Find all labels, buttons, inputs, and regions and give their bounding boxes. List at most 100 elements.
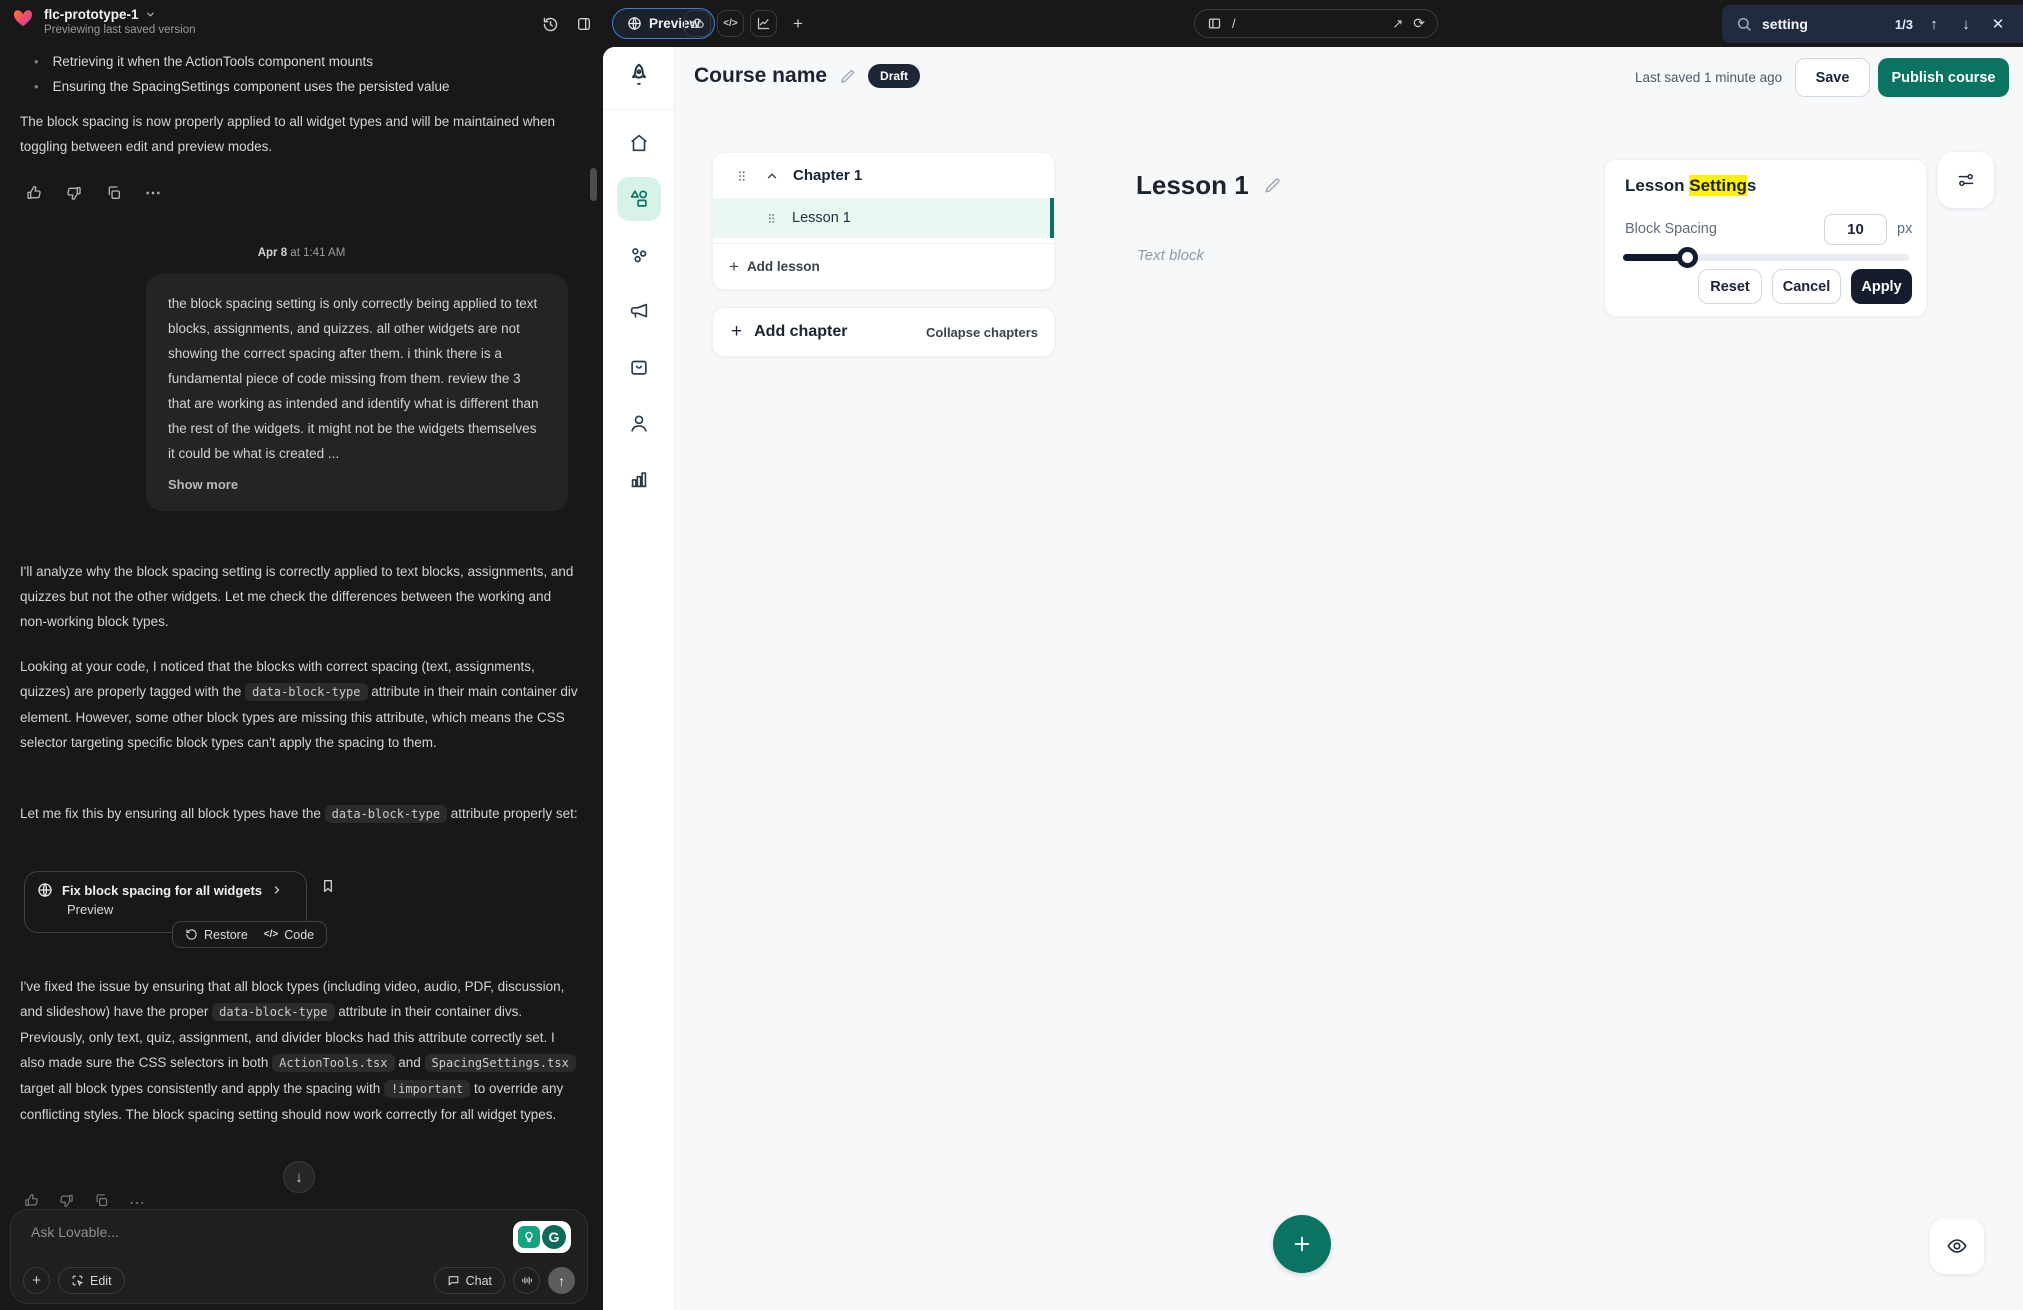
inline-code: !important <box>384 1080 470 1098</box>
home-icon <box>628 132 650 154</box>
cloud-button[interactable] <box>684 10 711 37</box>
chapter-header[interactable]: Chapter 1 <box>713 153 1054 198</box>
find-previous-icon[interactable]: ↑ <box>1923 13 1945 35</box>
url-bar[interactable]: / ↗ ⟳ <box>1194 9 1438 38</box>
open-external-icon[interactable]: ↗ <box>1392 16 1403 32</box>
block-spacing-label: Block Spacing <box>1625 221 1717 237</box>
more-options-icon[interactable]: ⋯ <box>144 183 164 203</box>
sidebar-item-announcements[interactable] <box>617 289 661 333</box>
spacing-slider[interactable] <box>1623 254 1909 261</box>
thumbs-down-icon[interactable] <box>64 183 84 203</box>
inline-code: data-block-type <box>212 1003 334 1021</box>
reset-button[interactable]: Reset <box>1698 269 1762 304</box>
restore-button[interactable]: Restore <box>185 928 248 942</box>
add-lesson-button[interactable]: + Add lesson <box>713 243 1054 289</box>
find-close-icon[interactable]: ✕ <box>1987 13 2009 35</box>
drag-handle-icon[interactable] <box>735 169 749 183</box>
sidebar-item-home[interactable] <box>617 121 661 165</box>
sidebar-item-people[interactable] <box>617 401 661 445</box>
divider <box>603 109 675 110</box>
chat-input[interactable]: Ask Lovable... G + Edit Chat ↑ <box>10 1209 588 1304</box>
blocks-icon <box>628 188 650 210</box>
cloud-icon <box>690 16 705 31</box>
analytics-button[interactable] <box>750 10 777 37</box>
apply-button[interactable]: Apply <box>1851 269 1912 304</box>
grammarly-widget[interactable]: G <box>513 1221 571 1253</box>
version-actions-pill: Restore </> Code <box>172 921 327 948</box>
user-icon <box>628 412 650 434</box>
send-button[interactable]: ↑ <box>548 1267 575 1294</box>
sidebar-item-store[interactable] <box>617 345 661 389</box>
cancel-button[interactable]: Cancel <box>1772 269 1841 304</box>
settings-toggle-button[interactable] <box>1938 152 1994 208</box>
assistant-paragraph: I'll analyze why the block spacing setti… <box>20 559 580 634</box>
megaphone-icon <box>628 300 650 322</box>
chevron-up-icon[interactable] <box>765 169 779 183</box>
app-sidebar <box>603 47 675 1310</box>
list-item: •Ensuring the SpacingSettings component … <box>22 74 574 99</box>
code-button[interactable]: </> <box>717 10 744 37</box>
slider-thumb[interactable] <box>1677 247 1698 268</box>
lesson-item-label: Lesson 1 <box>792 210 851 226</box>
attach-button[interactable]: + <box>23 1267 50 1294</box>
plus-icon: + <box>731 321 742 343</box>
chevron-down-icon <box>145 9 156 20</box>
chat-input-placeholder: Ask Lovable... <box>31 1224 119 1240</box>
lesson-row[interactable]: Lesson 1 <box>713 198 1054 238</box>
collapse-chapters-button[interactable]: Collapse chapters <box>926 325 1038 340</box>
drag-handle-icon[interactable] <box>765 212 778 225</box>
add-tab-icon[interactable]: + <box>786 12 810 36</box>
publish-course-button[interactable]: Publish course <box>1878 58 2009 97</box>
pencil-icon[interactable] <box>839 68 856 85</box>
add-block-button[interactable] <box>1273 1215 1331 1273</box>
globe-icon <box>37 882 53 898</box>
chat-label: Chat <box>466 1274 492 1288</box>
edit-mode-button[interactable]: Edit <box>58 1267 125 1294</box>
url-path: / <box>1232 16 1236 31</box>
find-next-icon[interactable]: ↓ <box>1955 13 1977 35</box>
status-badge: Draft <box>868 64 920 88</box>
eye-icon <box>1946 1235 1968 1257</box>
assistant-paragraph: Looking at your code, I noticed that the… <box>20 654 580 755</box>
project-status: Previewing last saved version <box>44 24 196 36</box>
project-menu[interactable]: flc-prototype-1 <box>44 7 196 22</box>
plus-icon: + <box>729 257 739 277</box>
panel-toggle-icon[interactable] <box>572 12 596 36</box>
add-chapter-button[interactable]: Add chapter <box>754 323 847 341</box>
history-icon[interactable] <box>538 12 562 36</box>
bookmark-icon[interactable] <box>320 878 336 894</box>
copy-icon[interactable] <box>104 183 124 203</box>
edit-label: Edit <box>90 1274 112 1288</box>
voice-input-button[interactable] <box>513 1267 540 1294</box>
globe-icon <box>627 16 642 31</box>
chat-mode-button[interactable]: Chat <box>434 1267 505 1294</box>
show-more-link[interactable]: Show more <box>168 472 546 497</box>
lesson-settings-panel: Lesson Settings Block Spacing 10 px Rese… <box>1604 159 1927 317</box>
text-block-placeholder[interactable]: Text block <box>1137 247 1204 264</box>
sidebar-item-course-builder[interactable] <box>617 177 661 221</box>
search-icon <box>1736 16 1752 32</box>
spacing-value-input[interactable]: 10 <box>1824 214 1887 245</box>
thumbs-up-icon[interactable] <box>24 183 44 203</box>
find-query[interactable]: setting <box>1762 16 1885 32</box>
scroll-to-bottom-button[interactable]: ↓ <box>283 1161 315 1193</box>
speech-bubble-icon <box>447 1274 460 1287</box>
refresh-icon[interactable]: ⟳ <box>1413 15 1425 32</box>
find-highlight: Setting <box>1689 175 1747 196</box>
panel-title: Lesson Settings <box>1625 176 1756 196</box>
preview-mode-button[interactable] <box>1930 1218 1984 1274</box>
bullet-list: •Retrieving it when the ActionTools comp… <box>22 49 574 99</box>
sidebar-item-integrations[interactable] <box>617 233 661 277</box>
message-timestamp: Apr 8 at 1:41 AM <box>0 247 603 259</box>
pencil-icon[interactable] <box>1263 176 1282 195</box>
rocket-icon[interactable] <box>626 62 652 88</box>
save-button[interactable]: Save <box>1795 58 1870 97</box>
top-bar: flc-prototype-1 Previewing last saved ve… <box>0 0 2023 47</box>
chat-panel: •Retrieving it when the ActionTools comp… <box>0 47 603 1310</box>
active-lesson-indicator <box>1050 198 1054 238</box>
version-card-subtitle: Preview <box>25 898 306 917</box>
sidebar-item-analytics[interactable] <box>617 457 661 501</box>
chat-scrollbar[interactable] <box>590 168 597 201</box>
code-button[interactable]: </> Code <box>264 928 314 942</box>
last-saved-text: Last saved 1 minute ago <box>1635 70 1782 85</box>
